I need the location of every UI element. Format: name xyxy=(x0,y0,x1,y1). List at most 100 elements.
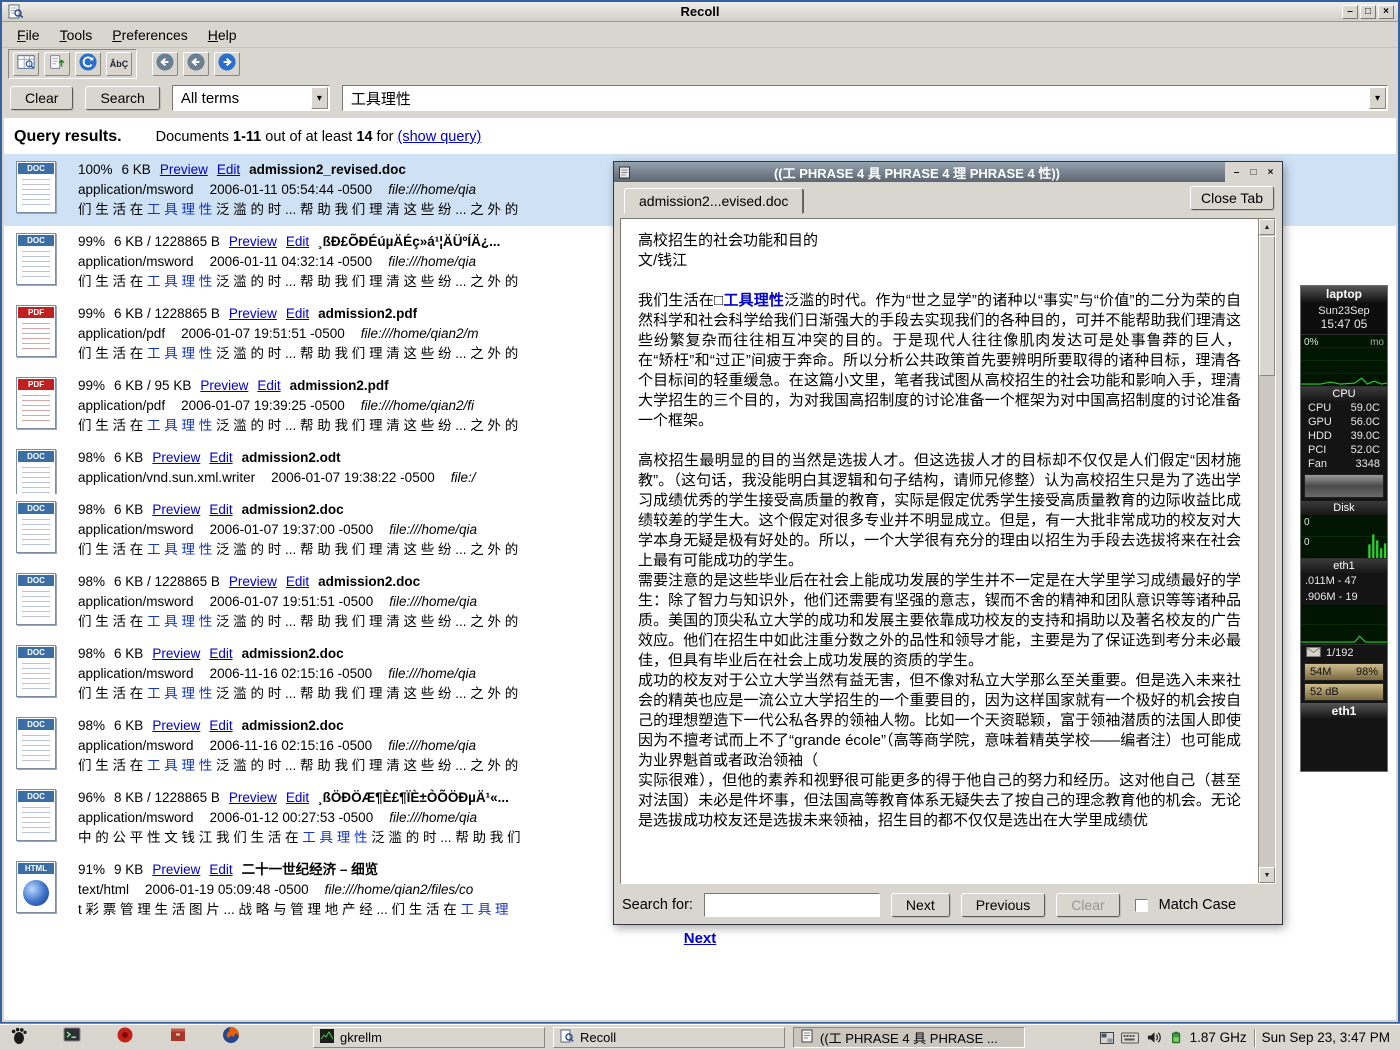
pager-icon[interactable] xyxy=(1100,1032,1114,1044)
edit-link[interactable]: Edit xyxy=(209,860,232,880)
gkrellm-monitor[interactable]: laptop Sun23Sep 15:47 05 0% mo CPU CPU59… xyxy=(1300,285,1388,772)
sensor-row: GPU56.0C xyxy=(1301,415,1387,429)
edit-link[interactable]: Edit xyxy=(217,160,240,180)
search-mode-value: All terms xyxy=(181,90,239,107)
edit-link[interactable]: Edit xyxy=(209,500,232,520)
preview-link[interactable]: Preview xyxy=(200,376,248,396)
relevance-percent: 99% xyxy=(78,376,105,396)
terminal-icon xyxy=(62,1025,82,1050)
first-page-button[interactable] xyxy=(152,52,178,76)
html-file-icon xyxy=(16,861,56,913)
preview-document-text[interactable]: 高校招生的社会功能和目的 文/钱江 我们生活在□工具理性泛滥的时代。作为“世之显… xyxy=(621,219,1258,883)
net-section-label: eth1 xyxy=(1301,559,1387,573)
preview-link[interactable]: Preview xyxy=(229,788,277,808)
volume-icon[interactable] xyxy=(1146,1030,1163,1045)
find-next-button[interactable]: Next xyxy=(891,893,950,917)
menu-preferences[interactable]: Preferences xyxy=(103,24,197,46)
preview-link[interactable]: Preview xyxy=(152,716,200,736)
results-range: 1-11 xyxy=(233,129,261,145)
preview-close-button[interactable]: × xyxy=(1263,165,1278,179)
find-previous-button[interactable]: Previous xyxy=(961,893,1045,917)
file-date: 2006-01-11 04:32:14 -0500 xyxy=(210,252,373,272)
file-size: 6 KB xyxy=(114,644,143,664)
task-gkrellm[interactable]: gkrellm xyxy=(313,1027,545,1048)
prev-page-button[interactable] xyxy=(183,52,209,76)
edit-link[interactable]: Edit xyxy=(209,644,232,664)
preview-link[interactable]: Preview xyxy=(229,572,277,592)
preview-link[interactable]: Preview xyxy=(152,500,200,520)
clock[interactable]: Sun Sep 23, 3:47 PM xyxy=(1262,1030,1390,1045)
volume-level: 52 dB xyxy=(1310,686,1339,698)
scroll-up-icon[interactable] xyxy=(1259,219,1275,235)
task-preview[interactable]: ((工 PHRASE 4 具 PHRASE ... xyxy=(793,1027,1025,1048)
query-input[interactable]: 工具理性 xyxy=(342,85,1388,111)
edit-link[interactable]: Edit xyxy=(286,232,309,252)
file-path: file:///home/qian2/m xyxy=(361,324,479,344)
chevron-down-icon[interactable] xyxy=(311,87,328,109)
edit-link[interactable]: Edit xyxy=(209,716,232,736)
preview-link[interactable]: Preview xyxy=(229,304,277,324)
package-launcher[interactable] xyxy=(165,1027,191,1049)
next-page-button[interactable] xyxy=(214,52,240,76)
result-filename: admission2.pdf xyxy=(318,304,417,324)
edit-link[interactable]: Edit xyxy=(209,448,232,468)
edit-link[interactable]: Edit xyxy=(286,304,309,324)
save-query-button[interactable] xyxy=(44,52,70,76)
show-query-link[interactable]: (show query) xyxy=(398,129,482,145)
battery-icon[interactable] xyxy=(1170,1030,1183,1045)
task-recoll[interactable]: Recoll xyxy=(553,1027,785,1048)
wm-menu-button[interactable] xyxy=(6,1027,32,1049)
doc-file-icon xyxy=(16,645,56,697)
match-case-checkbox[interactable] xyxy=(1135,899,1148,912)
search-mode-select[interactable]: All terms xyxy=(172,85,330,111)
find-clear-button[interactable]: Clear xyxy=(1056,893,1119,917)
menu-help[interactable]: Help xyxy=(199,24,246,46)
chevron-down-icon[interactable] xyxy=(1369,87,1386,109)
preview-link[interactable]: Preview xyxy=(229,232,277,252)
preview-link[interactable]: Preview xyxy=(152,860,200,880)
menu-tools[interactable]: Tools xyxy=(51,24,102,46)
preview-minimize-button[interactable]: – xyxy=(1229,165,1244,179)
keyboard-icon[interactable] xyxy=(1121,1032,1139,1044)
result-filename: admission2.pdf xyxy=(290,376,389,396)
close-tab-button[interactable]: Close Tab xyxy=(1190,186,1274,210)
file-path: file:///home/qia xyxy=(388,664,476,684)
file-date: 2006-11-16 02:15:16 -0500 xyxy=(210,664,373,684)
preview-link[interactable]: Preview xyxy=(152,644,200,664)
preview-link[interactable]: Preview xyxy=(160,160,208,180)
relevance-percent: 98% xyxy=(78,644,105,664)
toolbar: ÂbÇ xyxy=(2,48,1398,80)
net-chart xyxy=(1301,605,1387,645)
spellcheck-button[interactable]: ÂbÇ xyxy=(106,52,132,76)
browser-launcher[interactable] xyxy=(218,1027,244,1049)
media-launcher[interactable] xyxy=(112,1027,138,1049)
file-date: 2006-01-07 19:37:00 -0500 xyxy=(210,520,374,540)
search-button[interactable]: Search xyxy=(85,86,159,110)
terminal-launcher[interactable] xyxy=(59,1027,85,1049)
recoll-task-icon xyxy=(560,1029,574,1046)
time-label: 15:47 05 xyxy=(1301,317,1387,331)
close-button[interactable]: × xyxy=(1378,5,1394,19)
find-input[interactable] xyxy=(704,893,880,917)
scroll-down-icon[interactable] xyxy=(1259,867,1275,883)
file-date: 2006-11-16 02:15:16 -0500 xyxy=(210,736,373,756)
scrollbar-thumb[interactable] xyxy=(1259,236,1275,376)
preview-titlebar[interactable]: ((工 PHRASE 4 具 PHRASE 4 理 PHRASE 4 性)) –… xyxy=(614,162,1282,182)
preview-link[interactable]: Preview xyxy=(152,448,200,468)
recoll-titlebar[interactable]: Recoll – □ × xyxy=(2,2,1398,22)
minimize-button[interactable]: – xyxy=(1342,5,1358,19)
maximize-button[interactable]: □ xyxy=(1360,5,1376,19)
edit-link[interactable]: Edit xyxy=(286,572,309,592)
clear-button[interactable]: Clear xyxy=(10,86,73,110)
results-table-button[interactable] xyxy=(13,52,39,76)
preview-tab[interactable]: admission2...evised.doc xyxy=(624,188,803,214)
preview-maximize-button[interactable]: □ xyxy=(1246,165,1261,179)
file-date: 2006-01-07 19:51:51 -0500 xyxy=(210,592,374,612)
preview-scrollbar[interactable] xyxy=(1258,219,1275,883)
cpu-frequency: 1.87 GHz xyxy=(1190,1030,1247,1045)
edit-link[interactable]: Edit xyxy=(286,788,309,808)
refresh-button[interactable] xyxy=(75,52,101,76)
edit-link[interactable]: Edit xyxy=(257,376,280,396)
next-page-link[interactable]: Next xyxy=(684,930,717,947)
menu-file[interactable]: File xyxy=(8,24,49,46)
